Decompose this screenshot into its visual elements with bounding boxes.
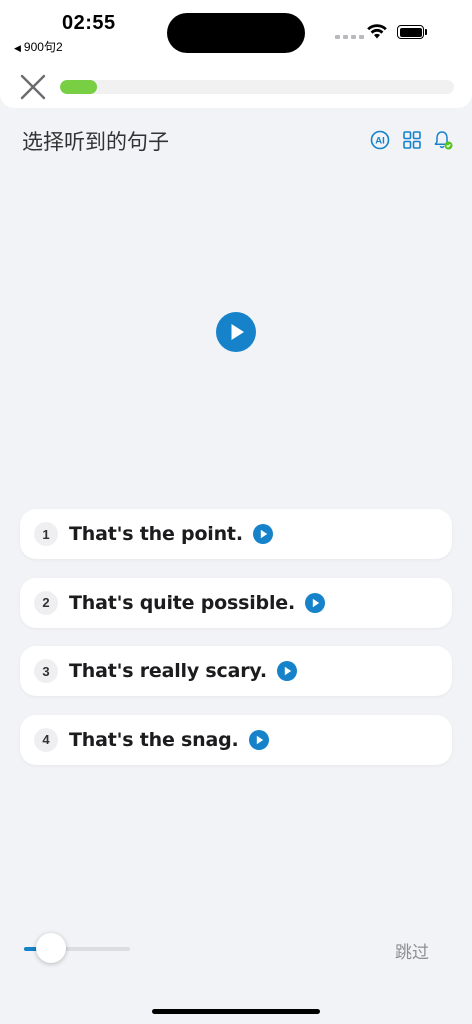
option-text: That's the snag. [69,728,239,751]
header-card: 02:55 ◀ 900句2 [0,0,472,108]
screen: 02:55 ◀ 900句2 选择听到的句子 AI 1 That's the po… [0,0,472,1024]
answer-option-2[interactable]: 2 That's quite possible. [20,577,452,628]
answer-option-4[interactable]: 4 That's the snag. [20,714,452,765]
ai-icon[interactable]: AI [369,129,391,151]
answer-option-3[interactable]: 3 That's really scary. [20,646,452,696]
playback-speed-slider[interactable] [24,932,132,966]
slider-thumb[interactable] [35,933,66,963]
answer-option-1[interactable]: 1 That's the point. [20,509,452,559]
home-indicator [152,1009,320,1014]
play-audio-button[interactable] [216,312,256,352]
back-app-label: 900句2 [23,40,63,54]
option-play-icon[interactable] [248,729,269,750]
option-play-icon[interactable] [252,524,273,544]
back-to-app-link[interactable]: ◀ 900句2 [14,38,63,55]
option-number: 4 [34,727,58,752]
cellular-signal-icon [335,35,364,39]
lesson-progress-bar [60,80,454,94]
option-number: 1 [34,522,58,546]
wifi-icon [367,24,387,39]
option-text: That's quite possible. [69,591,295,614]
svg-text:AI: AI [375,136,385,147]
status-time: 02:55 [62,12,116,34]
option-play-icon[interactable] [276,661,297,681]
bell-icon[interactable] [432,129,454,151]
page-title: 选择听到的句子 [22,131,169,154]
lesson-progress-fill [60,80,98,94]
option-text: That's really scary. [69,660,267,682]
back-triangle-icon: ◀ [14,43,21,53]
option-text: That's the point. [69,523,243,545]
option-play-icon[interactable] [304,592,325,613]
battery-icon [397,25,427,39]
grid-icon[interactable] [401,129,423,151]
dynamic-island [167,13,305,53]
answer-options: 1 That's the point. 2 That's quite possi… [20,509,452,783]
play-icon [231,324,244,340]
skip-button[interactable]: 跳过 [395,938,429,963]
option-number: 3 [34,659,58,683]
close-icon[interactable] [20,74,46,100]
option-number: 2 [34,590,58,615]
